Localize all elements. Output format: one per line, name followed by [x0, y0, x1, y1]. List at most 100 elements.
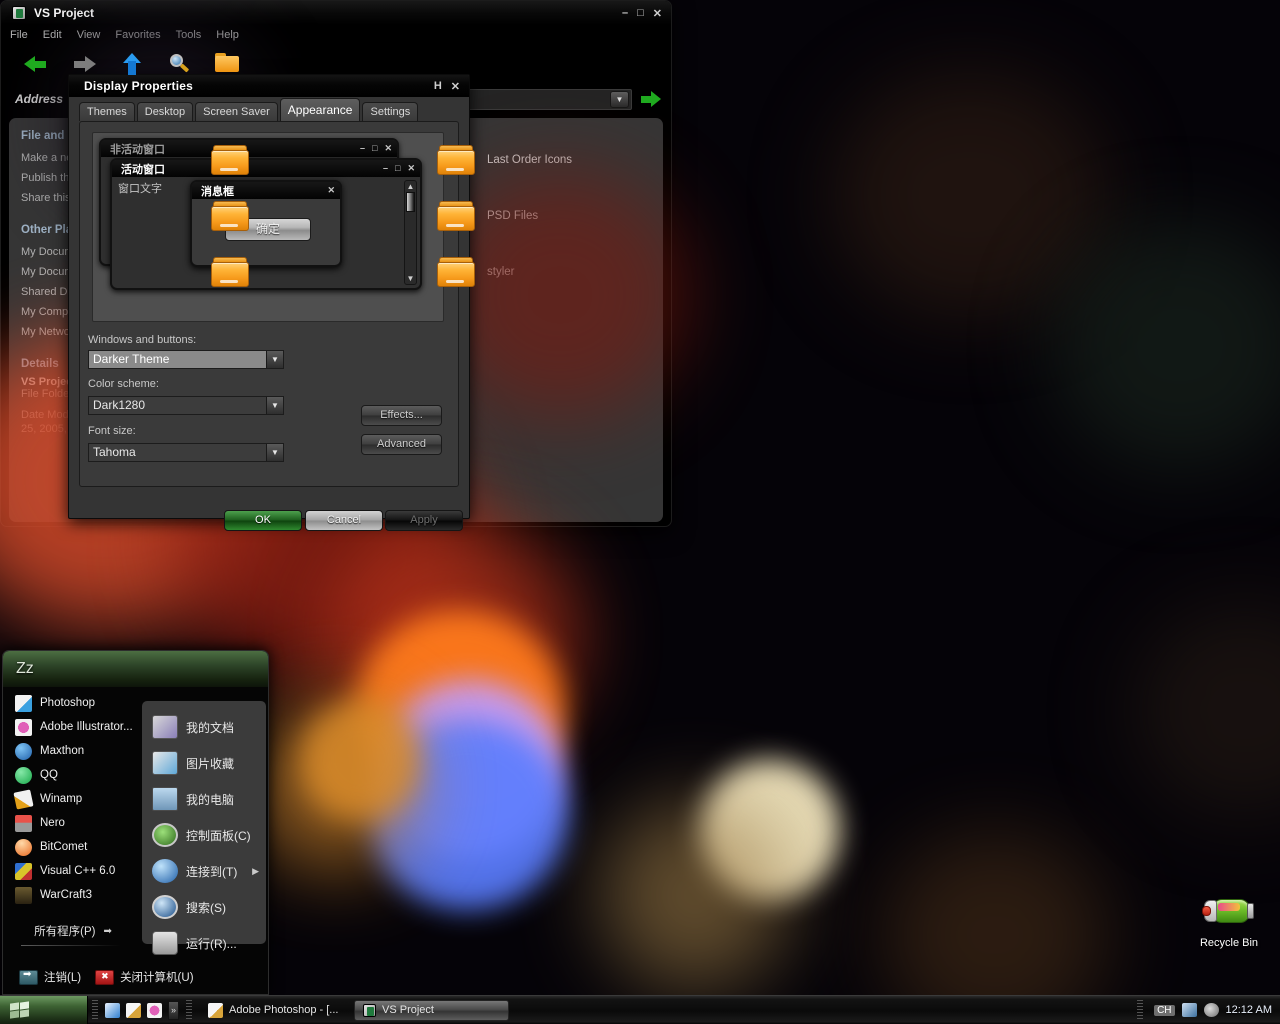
appearance-panel: 非活动窗口 – □ ✕ 活动窗口 –: [79, 121, 459, 487]
show-desktop-icon[interactable]: [105, 1003, 120, 1018]
preview-minimize-icon: –: [360, 143, 365, 154]
preview-minimize-icon-2: –: [383, 163, 388, 174]
my-pictures-icon: [152, 751, 178, 775]
effects-button[interactable]: Effects...: [361, 405, 442, 426]
color-scheme-combo[interactable]: Dark1280 ▼: [88, 396, 284, 415]
ok-button[interactable]: OK: [224, 510, 302, 531]
display-properties-title: Display Properties: [75, 79, 193, 93]
font-size-label: Font size:: [88, 425, 136, 437]
font-size-combo[interactable]: Tahoma ▼: [88, 443, 284, 462]
cancel-button[interactable]: Cancel: [305, 510, 383, 531]
windows-flag-icon: [10, 1002, 32, 1019]
start-item-connect-to[interactable]: 连接到(T) ▶: [142, 853, 266, 889]
chevron-down-icon[interactable]: ▼: [266, 351, 283, 368]
up-button[interactable]: [119, 53, 145, 79]
address-dropdown-icon[interactable]: ▼: [610, 91, 629, 108]
start-menu-programs[interactable]: Photoshop Adobe Illustrator... Maxthon Q…: [3, 691, 143, 907]
start-button[interactable]: [0, 996, 88, 1024]
close-button-explorer[interactable]: ✕: [653, 7, 662, 20]
display-properties-dialog[interactable]: Display Properties H ✕ Themes Desktop Sc…: [68, 74, 470, 519]
start-item-run[interactable]: 运行(R)...: [142, 925, 266, 961]
tab-desktop[interactable]: Desktop: [137, 102, 193, 121]
tab-themes[interactable]: Themes: [79, 102, 135, 121]
tray-grip[interactable]: [1137, 1000, 1143, 1020]
windows-buttons-combo[interactable]: Darker Theme ▼: [88, 350, 284, 369]
menu-help[interactable]: Help: [216, 29, 239, 41]
start-item-visual-cpp[interactable]: Visual C++ 6.0: [3, 859, 143, 883]
tab-appearance[interactable]: Appearance: [280, 98, 361, 121]
folders-button[interactable]: [215, 53, 241, 79]
chevron-down-icon-3[interactable]: ▼: [266, 444, 283, 461]
menu-view[interactable]: View: [77, 29, 101, 41]
start-item-search[interactable]: 搜索(S): [142, 889, 266, 925]
quick-launch-bar[interactable]: »: [102, 1001, 182, 1020]
start-item-nero[interactable]: Nero: [3, 811, 143, 835]
start-menu-places[interactable]: 我的文档 图片收藏 我的电脑 控制面板(C) 连接到(T) ▶: [142, 701, 266, 944]
recycle-bin[interactable]: Recycle Bin: [1193, 893, 1265, 949]
quick-launch-grip[interactable]: [92, 1000, 98, 1020]
start-item-my-pictures[interactable]: 图片收藏: [142, 745, 266, 781]
quick-launch-more-icon[interactable]: »: [168, 1001, 179, 1020]
start-item-winamp[interactable]: Winamp: [3, 787, 143, 811]
language-indicator[interactable]: CH: [1154, 1005, 1174, 1016]
start-item-maxthon[interactable]: Maxthon: [3, 739, 143, 763]
taskbar[interactable]: » Adobe Photoshop - [... VS Project CH 1…: [0, 995, 1280, 1024]
maximize-button[interactable]: □: [637, 7, 644, 20]
explorer-title: VS Project: [34, 6, 94, 20]
chevron-down-icon-2[interactable]: ▼: [266, 397, 283, 414]
taskbar-item-photoshop[interactable]: Adobe Photoshop - [...: [200, 1000, 350, 1021]
tab-settings[interactable]: Settings: [362, 102, 418, 121]
start-item-label: Maxthon: [40, 745, 84, 757]
volume-icon[interactable]: [1204, 1003, 1219, 1017]
photoshop-quick-icon[interactable]: [126, 1003, 141, 1018]
menu-edit[interactable]: Edit: [43, 29, 62, 41]
apply-button[interactable]: Apply: [385, 510, 463, 531]
start-item-bitcomet[interactable]: BitComet: [3, 835, 143, 859]
shutdown-button[interactable]: 关闭计算机(U): [95, 969, 193, 985]
logoff-button[interactable]: 注销(L): [19, 969, 81, 985]
start-item-qq[interactable]: QQ: [3, 763, 143, 787]
start-item-warcraft3[interactable]: WarCraft3: [3, 883, 143, 907]
start-item-photoshop[interactable]: Photoshop: [3, 691, 143, 715]
taskbar-item-label: Adobe Photoshop - [...: [229, 1004, 338, 1016]
all-programs-button[interactable]: 所有程序(P) ➡: [3, 923, 143, 939]
system-tray[interactable]: CH 12:12 AM: [1133, 1000, 1280, 1020]
winamp-icon: [13, 789, 33, 809]
start-item-my-computer[interactable]: 我的电脑: [142, 781, 266, 817]
advanced-button[interactable]: Advanced: [361, 434, 442, 455]
start-menu-divider: [21, 945, 121, 946]
taskbar-grip[interactable]: [186, 1000, 192, 1020]
start-item-illustrator[interactable]: Adobe Illustrator...: [3, 715, 143, 739]
back-button[interactable]: [23, 53, 49, 79]
desktop[interactable]: Display Properties H ✕ Themes Desktop Sc…: [0, 0, 1280, 1024]
help-button[interactable]: H: [434, 80, 442, 93]
minimize-button[interactable]: –: [622, 7, 628, 20]
go-button[interactable]: [641, 90, 661, 108]
appearance-tabstrip[interactable]: Themes Desktop Screen Saver Appearance S…: [69, 97, 469, 121]
warcraft3-icon: [15, 887, 32, 904]
menu-file[interactable]: File: [10, 29, 28, 41]
tab-screen-saver[interactable]: Screen Saver: [195, 102, 278, 121]
visual-cpp-icon: [15, 863, 32, 880]
explorer-titlebar[interactable]: VS Project – □ ✕: [1, 1, 671, 25]
start-item-control-panel[interactable]: 控制面板(C): [142, 817, 266, 853]
start-menu[interactable]: Zz Photoshop Adobe Illustrator... Maxtho…: [2, 650, 269, 995]
illustrator-icon: [15, 719, 32, 736]
font-size-value: Tahoma: [89, 444, 266, 461]
forward-button[interactable]: [71, 53, 97, 79]
start-place-label: 连接到(T): [186, 863, 237, 880]
preview-maximize-icon: □: [372, 143, 377, 154]
clock[interactable]: 12:12 AM: [1226, 1004, 1272, 1016]
explorer-menubar[interactable]: File Edit View Favorites Tools Help: [1, 25, 671, 44]
start-place-label: 我的电脑: [186, 791, 234, 808]
address-label: Address: [15, 92, 63, 106]
illustrator-quick-icon[interactable]: [147, 1003, 162, 1018]
close-button[interactable]: ✕: [451, 80, 460, 93]
search-button[interactable]: [167, 53, 193, 79]
taskbar-item-vs-project[interactable]: VS Project: [354, 1000, 509, 1021]
logoff-label: 注销(L): [44, 969, 81, 985]
start-menu-body: Photoshop Adobe Illustrator... Maxthon Q…: [3, 687, 268, 949]
preview-message-box-title: 消息框: [201, 183, 234, 199]
network-icon[interactable]: [1182, 1003, 1197, 1017]
start-item-my-documents[interactable]: 我的文档: [142, 709, 266, 745]
